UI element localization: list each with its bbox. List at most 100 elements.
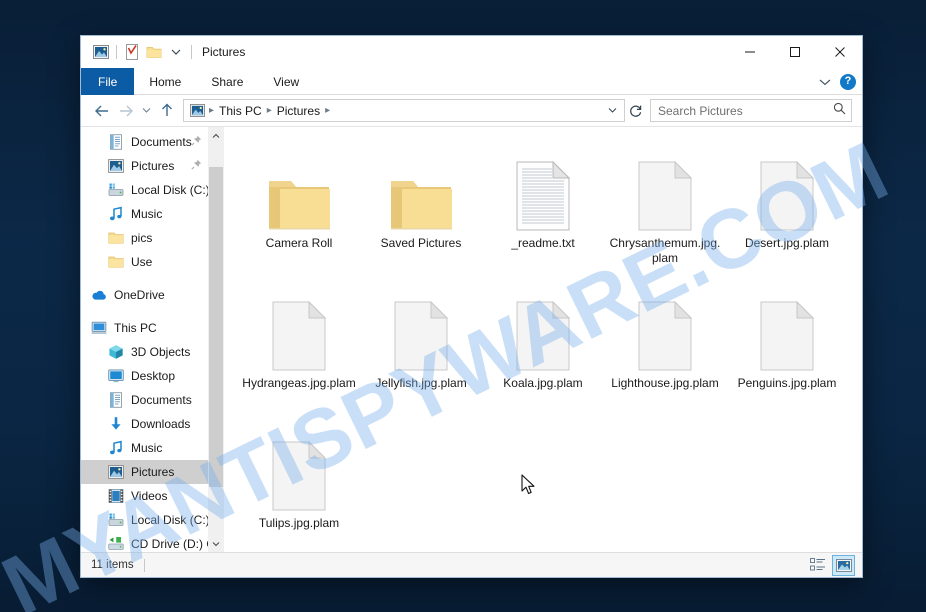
sidebar-item-cd-drive-d-cc[interactable]: CD Drive (D:) CC (81, 532, 224, 552)
generic-file-icon (638, 145, 692, 231)
sidebar-item-label: Use (131, 255, 153, 269)
file-name-label: Camera Roll (265, 236, 333, 250)
sidebar-item-label: Music (131, 207, 163, 221)
chevron-down-icon[interactable] (165, 41, 187, 63)
pin-icon[interactable] (191, 159, 202, 173)
caption-buttons (727, 36, 862, 68)
up-button[interactable] (155, 99, 179, 123)
refresh-button[interactable] (625, 99, 647, 122)
file-item[interactable]: Chrysanthemum.jpg.plam (604, 139, 726, 279)
details-view-button[interactable] (806, 555, 829, 576)
address-bar[interactable]: ▸ This PC ▸ Pictures ▸ (183, 99, 625, 122)
minimize-button[interactable] (727, 36, 772, 68)
file-item[interactable]: Saved Pictures (360, 139, 482, 279)
generic-file-icon (272, 285, 326, 371)
pictures-icon (108, 158, 124, 174)
window-title: Pictures (202, 45, 246, 59)
address-dropdown-icon[interactable] (603, 106, 622, 116)
item-count-label: 11 items (91, 559, 134, 571)
generic-file-icon (760, 285, 814, 371)
breadcrumb-root-icon[interactable] (188, 104, 207, 117)
thispc-icon (91, 320, 107, 336)
pictures-folder-icon[interactable] (90, 41, 112, 63)
recent-locations-button[interactable] (138, 99, 155, 123)
sidebar-item-music[interactable]: Music (81, 202, 224, 226)
scrollbar-thumb[interactable] (209, 167, 223, 487)
sidebar-item-pictures[interactable]: Pictures (81, 154, 224, 178)
sidebar-item-pictures[interactable]: Pictures (81, 460, 224, 484)
maximize-button[interactable] (772, 36, 817, 68)
music-icon (108, 440, 124, 456)
sidebar-item-local-disk-c[interactable]: Local Disk (C:) (81, 508, 224, 532)
text-file-icon (516, 145, 570, 231)
folder-icon (266, 145, 332, 231)
folder-icon (108, 230, 124, 246)
sidebar-item-label: Local Disk (C:) (131, 513, 210, 527)
file-item[interactable]: _readme.txt (482, 139, 604, 279)
file-name-label: Jellyfish.jpg.plam (375, 376, 467, 390)
sidebar-item-label: Documents (131, 135, 192, 149)
sidebar-item-documents[interactable]: Documents (81, 388, 224, 412)
tab-file[interactable]: File (81, 68, 135, 95)
expand-ribbon-icon[interactable] (819, 73, 831, 91)
file-item[interactable]: Hydrangeas.jpg.plam (238, 279, 360, 419)
sidebar-item-use[interactable]: Use (81, 250, 224, 274)
breadcrumb-sep-2[interactable]: ▸ (323, 105, 332, 116)
address-bar-row: ▸ This PC ▸ Pictures ▸ Search Pictures (81, 95, 862, 126)
sidebar-item-onedrive[interactable]: OneDrive (81, 283, 224, 307)
back-button[interactable] (90, 99, 114, 123)
sidebar-item-pics[interactable]: pics (81, 226, 224, 250)
file-item[interactable]: Jellyfish.jpg.plam (360, 279, 482, 419)
navigation-list: Documents Pictures Local Disk (C:) Music pic… (81, 127, 224, 552)
scroll-down-arrow[interactable] (208, 535, 224, 552)
search-box[interactable]: Search Pictures (650, 99, 852, 122)
file-item[interactable]: Lighthouse.jpg.plam (604, 279, 726, 419)
music-icon (108, 206, 124, 222)
search-icon[interactable] (833, 102, 846, 120)
sidebar-item-desktop[interactable]: Desktop (81, 364, 224, 388)
file-item[interactable]: Desert.jpg.plam (726, 139, 848, 279)
ribbon-right-controls: ? (819, 68, 856, 95)
navigation-scrollbar[interactable] (208, 127, 224, 552)
onedrive-icon (91, 287, 107, 303)
forward-button[interactable] (114, 99, 138, 123)
ribbon-tab-bar: File Home Share View ? (81, 68, 862, 95)
breadcrumb-sep-0[interactable]: ▸ (207, 105, 216, 116)
window-body: Documents Pictures Local Disk (C:) Music pic… (81, 126, 862, 552)
file-item[interactable]: Koala.jpg.plam (482, 279, 604, 419)
scroll-up-arrow[interactable] (208, 127, 224, 144)
breadcrumb-sep-1[interactable]: ▸ (265, 105, 274, 116)
tab-home[interactable]: Home (134, 68, 196, 95)
file-name-label: Koala.jpg.plam (503, 376, 583, 390)
sidebar-item-3d-objects[interactable]: 3D Objects (81, 340, 224, 364)
properties-icon[interactable] (121, 41, 143, 63)
sidebar-item-local-disk-c[interactable]: Local Disk (C:) (81, 178, 224, 202)
close-button[interactable] (817, 36, 862, 68)
pin-icon[interactable] (191, 135, 202, 149)
disk-icon (108, 512, 124, 528)
breadcrumb-item-this-pc[interactable]: This PC (216, 104, 265, 118)
help-icon[interactable]: ? (840, 73, 856, 90)
sidebar-item-this-pc[interactable]: This PC (81, 316, 224, 340)
disk-icon (108, 182, 124, 198)
tab-share[interactable]: Share (196, 68, 258, 95)
documents-icon (108, 134, 124, 150)
file-list-pane[interactable]: Camera Roll Saved Pictures _readme.txt Chry… (224, 127, 862, 552)
file-item[interactable]: Tulips.jpg.plam (238, 419, 360, 552)
sidebar-item-documents[interactable]: Documents (81, 130, 224, 154)
file-item[interactable]: Camera Roll (238, 139, 360, 279)
sidebar-item-downloads[interactable]: Downloads (81, 412, 224, 436)
videos-icon (108, 488, 124, 504)
title-bar[interactable]: Pictures (81, 36, 862, 68)
tab-view[interactable]: View (258, 68, 314, 95)
search-input[interactable]: Search Pictures (658, 104, 833, 118)
new-folder-icon[interactable] (143, 41, 165, 63)
sidebar-item-videos[interactable]: Videos (81, 484, 224, 508)
file-item[interactable]: Penguins.jpg.plam (726, 279, 848, 419)
sidebar-item-music[interactable]: Music (81, 436, 224, 460)
breadcrumb-item-pictures[interactable]: Pictures (274, 104, 323, 118)
pictures-icon (108, 464, 124, 480)
generic-file-icon (394, 285, 448, 371)
qat-separator-2 (191, 45, 192, 59)
large-icons-view-button[interactable] (832, 554, 855, 576)
